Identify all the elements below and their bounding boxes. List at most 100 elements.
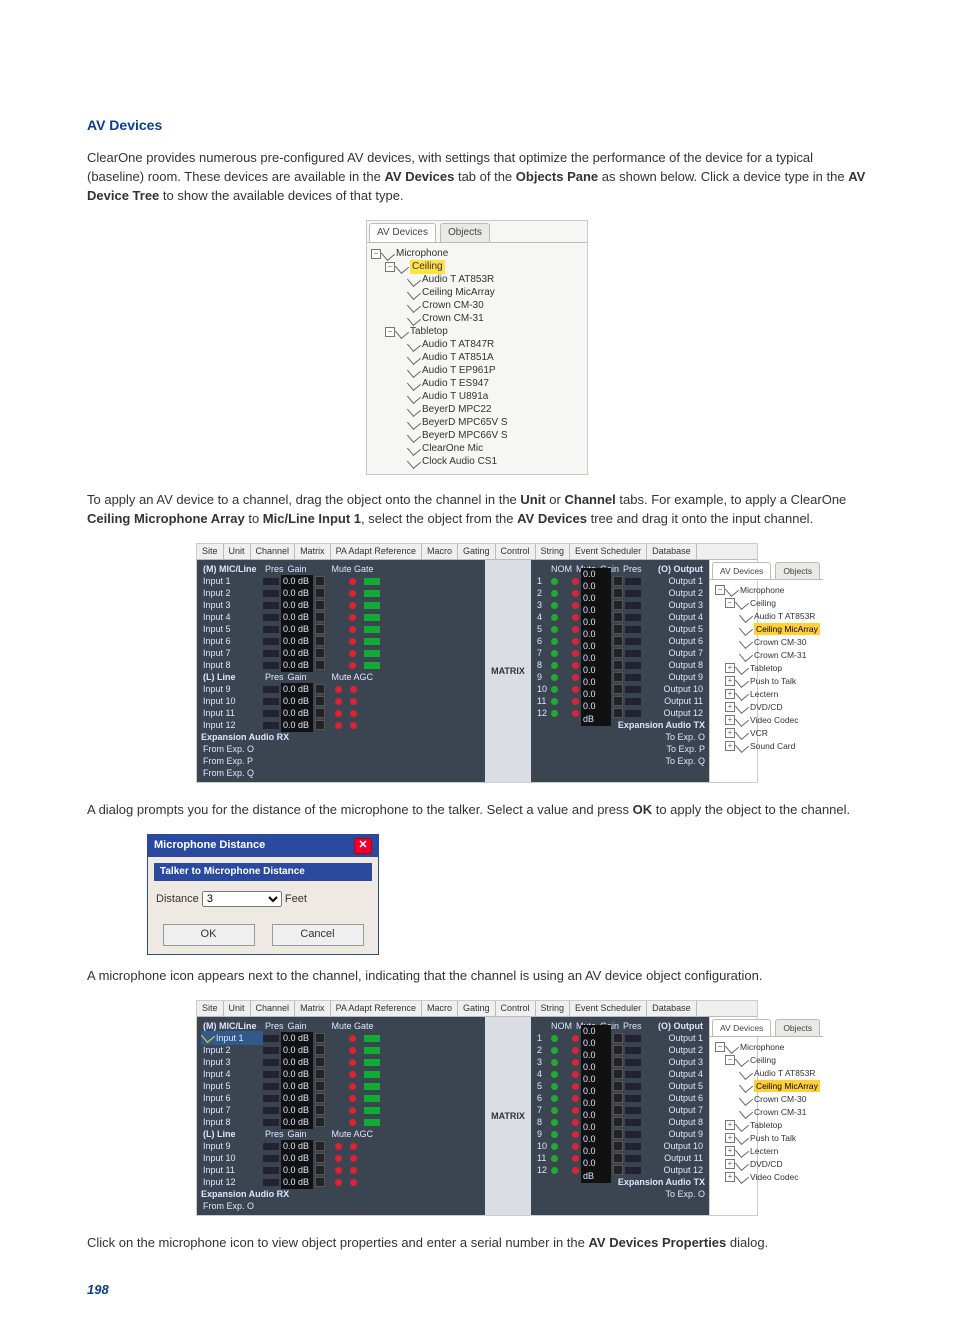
input-row[interactable]: Input 30.0 dB: [201, 599, 481, 611]
mute-led[interactable]: [572, 1119, 579, 1126]
gain-stepper[interactable]: [613, 576, 623, 586]
gain-stepper[interactable]: [613, 1141, 623, 1151]
tree-leaf[interactable]: Crown CM-30: [754, 1093, 806, 1105]
expand-icon[interactable]: +: [725, 1120, 735, 1130]
tree-leaf-highlight[interactable]: Ceiling MicArray: [754, 623, 820, 635]
output-row[interactable]: To Exp. O: [535, 731, 705, 743]
gain-stepper[interactable]: [315, 576, 325, 586]
main-tab[interactable]: PA Adapt Reference: [331, 544, 422, 559]
expand-icon[interactable]: +: [725, 728, 735, 738]
nom-led[interactable]: [551, 614, 558, 621]
mute-led[interactable]: [349, 1071, 356, 1078]
main-tab[interactable]: Unit: [224, 1001, 251, 1016]
collapse-icon[interactable]: −: [725, 598, 735, 608]
collapse-icon[interactable]: −: [715, 585, 725, 595]
mute-led[interactable]: [335, 1179, 342, 1186]
gain-stepper[interactable]: [315, 1033, 325, 1043]
input-row[interactable]: Input 120.0 dB: [201, 719, 481, 731]
gain-stepper[interactable]: [613, 660, 623, 670]
gain-stepper[interactable]: [613, 708, 623, 718]
tree-leaf[interactable]: Audio T AT853R: [754, 1067, 815, 1079]
input-row[interactable]: From Exp. P: [201, 755, 481, 767]
output-row[interactable]: 20.0 dBOutput 2: [535, 1044, 705, 1056]
matrix-block[interactable]: MATRIX: [485, 1017, 531, 1215]
gain-stepper[interactable]: [613, 1093, 623, 1103]
output-row[interactable]: 30.0 dBOutput 3: [535, 599, 705, 611]
input-row[interactable]: Input 100.0 dB: [201, 695, 481, 707]
nom-led[interactable]: [551, 686, 558, 693]
main-tab[interactable]: Gating: [458, 1001, 496, 1016]
tree-node[interactable]: VCR: [750, 727, 768, 739]
tree-node[interactable]: Sound Card: [750, 740, 795, 752]
main-tab[interactable]: Site: [197, 544, 224, 559]
input-row[interactable]: From Exp. Q: [201, 767, 481, 779]
gain-stepper[interactable]: [315, 612, 325, 622]
gain-stepper[interactable]: [613, 1045, 623, 1055]
tree-leaf[interactable]: Clock Audio CS1: [422, 455, 497, 470]
gain-stepper[interactable]: [613, 612, 623, 622]
gain-stepper[interactable]: [613, 1105, 623, 1115]
mute-led[interactable]: [572, 698, 579, 705]
tree-node[interactable]: Video Codec: [750, 714, 799, 726]
input-row[interactable]: Input 90.0 dB: [201, 683, 481, 695]
tab-objects[interactable]: Objects: [440, 223, 490, 243]
nom-led[interactable]: [551, 1047, 558, 1054]
gain-stepper[interactable]: [613, 1165, 623, 1175]
gain-stepper[interactable]: [315, 600, 325, 610]
output-row[interactable]: 50.0 dBOutput 5: [535, 623, 705, 635]
input-row[interactable]: Input 80.0 dB: [201, 1116, 481, 1128]
main-tab[interactable]: String: [536, 1001, 571, 1016]
nom-led[interactable]: [551, 1155, 558, 1162]
gain-stepper[interactable]: [315, 660, 325, 670]
agc-led[interactable]: [350, 710, 357, 717]
gain-stepper[interactable]: [613, 672, 623, 682]
collapse-icon[interactable]: −: [725, 1055, 735, 1065]
gain-stepper[interactable]: [315, 696, 325, 706]
close-icon[interactable]: ✕: [354, 838, 372, 854]
gain-stepper[interactable]: [613, 588, 623, 598]
mute-led[interactable]: [349, 650, 356, 657]
input-row[interactable]: Input 50.0 dB: [201, 1080, 481, 1092]
gain-stepper[interactable]: [613, 636, 623, 646]
output-row[interactable]: To Exp. P: [535, 743, 705, 755]
output-row[interactable]: 90.0 dBOutput 9: [535, 671, 705, 683]
mute-led[interactable]: [335, 1167, 342, 1174]
input-row[interactable]: Input 100.0 dB: [201, 1152, 481, 1164]
tree-node[interactable]: Tabletop: [750, 1119, 782, 1131]
output-row[interactable]: 50.0 dBOutput 5: [535, 1080, 705, 1092]
input-row[interactable]: Input 30.0 dB: [201, 1056, 481, 1068]
mute-led[interactable]: [349, 1035, 356, 1042]
agc-led[interactable]: [350, 722, 357, 729]
mute-led[interactable]: [335, 1155, 342, 1162]
gain-stepper[interactable]: [315, 1045, 325, 1055]
tree-node[interactable]: Ceiling: [750, 1054, 776, 1066]
gain-stepper[interactable]: [315, 1057, 325, 1067]
gain-stepper[interactable]: [315, 1165, 325, 1175]
gain-stepper[interactable]: [315, 1153, 325, 1163]
gain-stepper[interactable]: [315, 624, 325, 634]
output-row[interactable]: 80.0 dBOutput 8: [535, 1116, 705, 1128]
tree-leaf[interactable]: Audio T AT853R: [754, 610, 815, 622]
expand-icon[interactable]: +: [725, 715, 735, 725]
input-row[interactable]: From Exp. O: [201, 743, 481, 755]
expand-icon[interactable]: +: [725, 676, 735, 686]
output-row[interactable]: 40.0 dBOutput 4: [535, 611, 705, 623]
gain-stepper[interactable]: [315, 636, 325, 646]
mute-led[interactable]: [349, 602, 356, 609]
mute-led[interactable]: [349, 614, 356, 621]
mute-led[interactable]: [349, 638, 356, 645]
main-tab[interactable]: Matrix: [295, 544, 331, 559]
nom-led[interactable]: [551, 1167, 558, 1174]
mute-led[interactable]: [572, 626, 579, 633]
nom-led[interactable]: [551, 710, 558, 717]
input-row[interactable]: Input 60.0 dB: [201, 635, 481, 647]
mute-led[interactable]: [349, 1107, 356, 1114]
nom-led[interactable]: [551, 1131, 558, 1138]
gain-stepper[interactable]: [315, 1093, 325, 1103]
gain-stepper[interactable]: [315, 1177, 325, 1187]
gain-stepper[interactable]: [315, 1069, 325, 1079]
nom-led[interactable]: [551, 638, 558, 645]
output-row[interactable]: 30.0 dBOutput 3: [535, 1056, 705, 1068]
input-row[interactable]: Input 120.0 dB: [201, 1176, 481, 1188]
mute-led[interactable]: [572, 686, 579, 693]
